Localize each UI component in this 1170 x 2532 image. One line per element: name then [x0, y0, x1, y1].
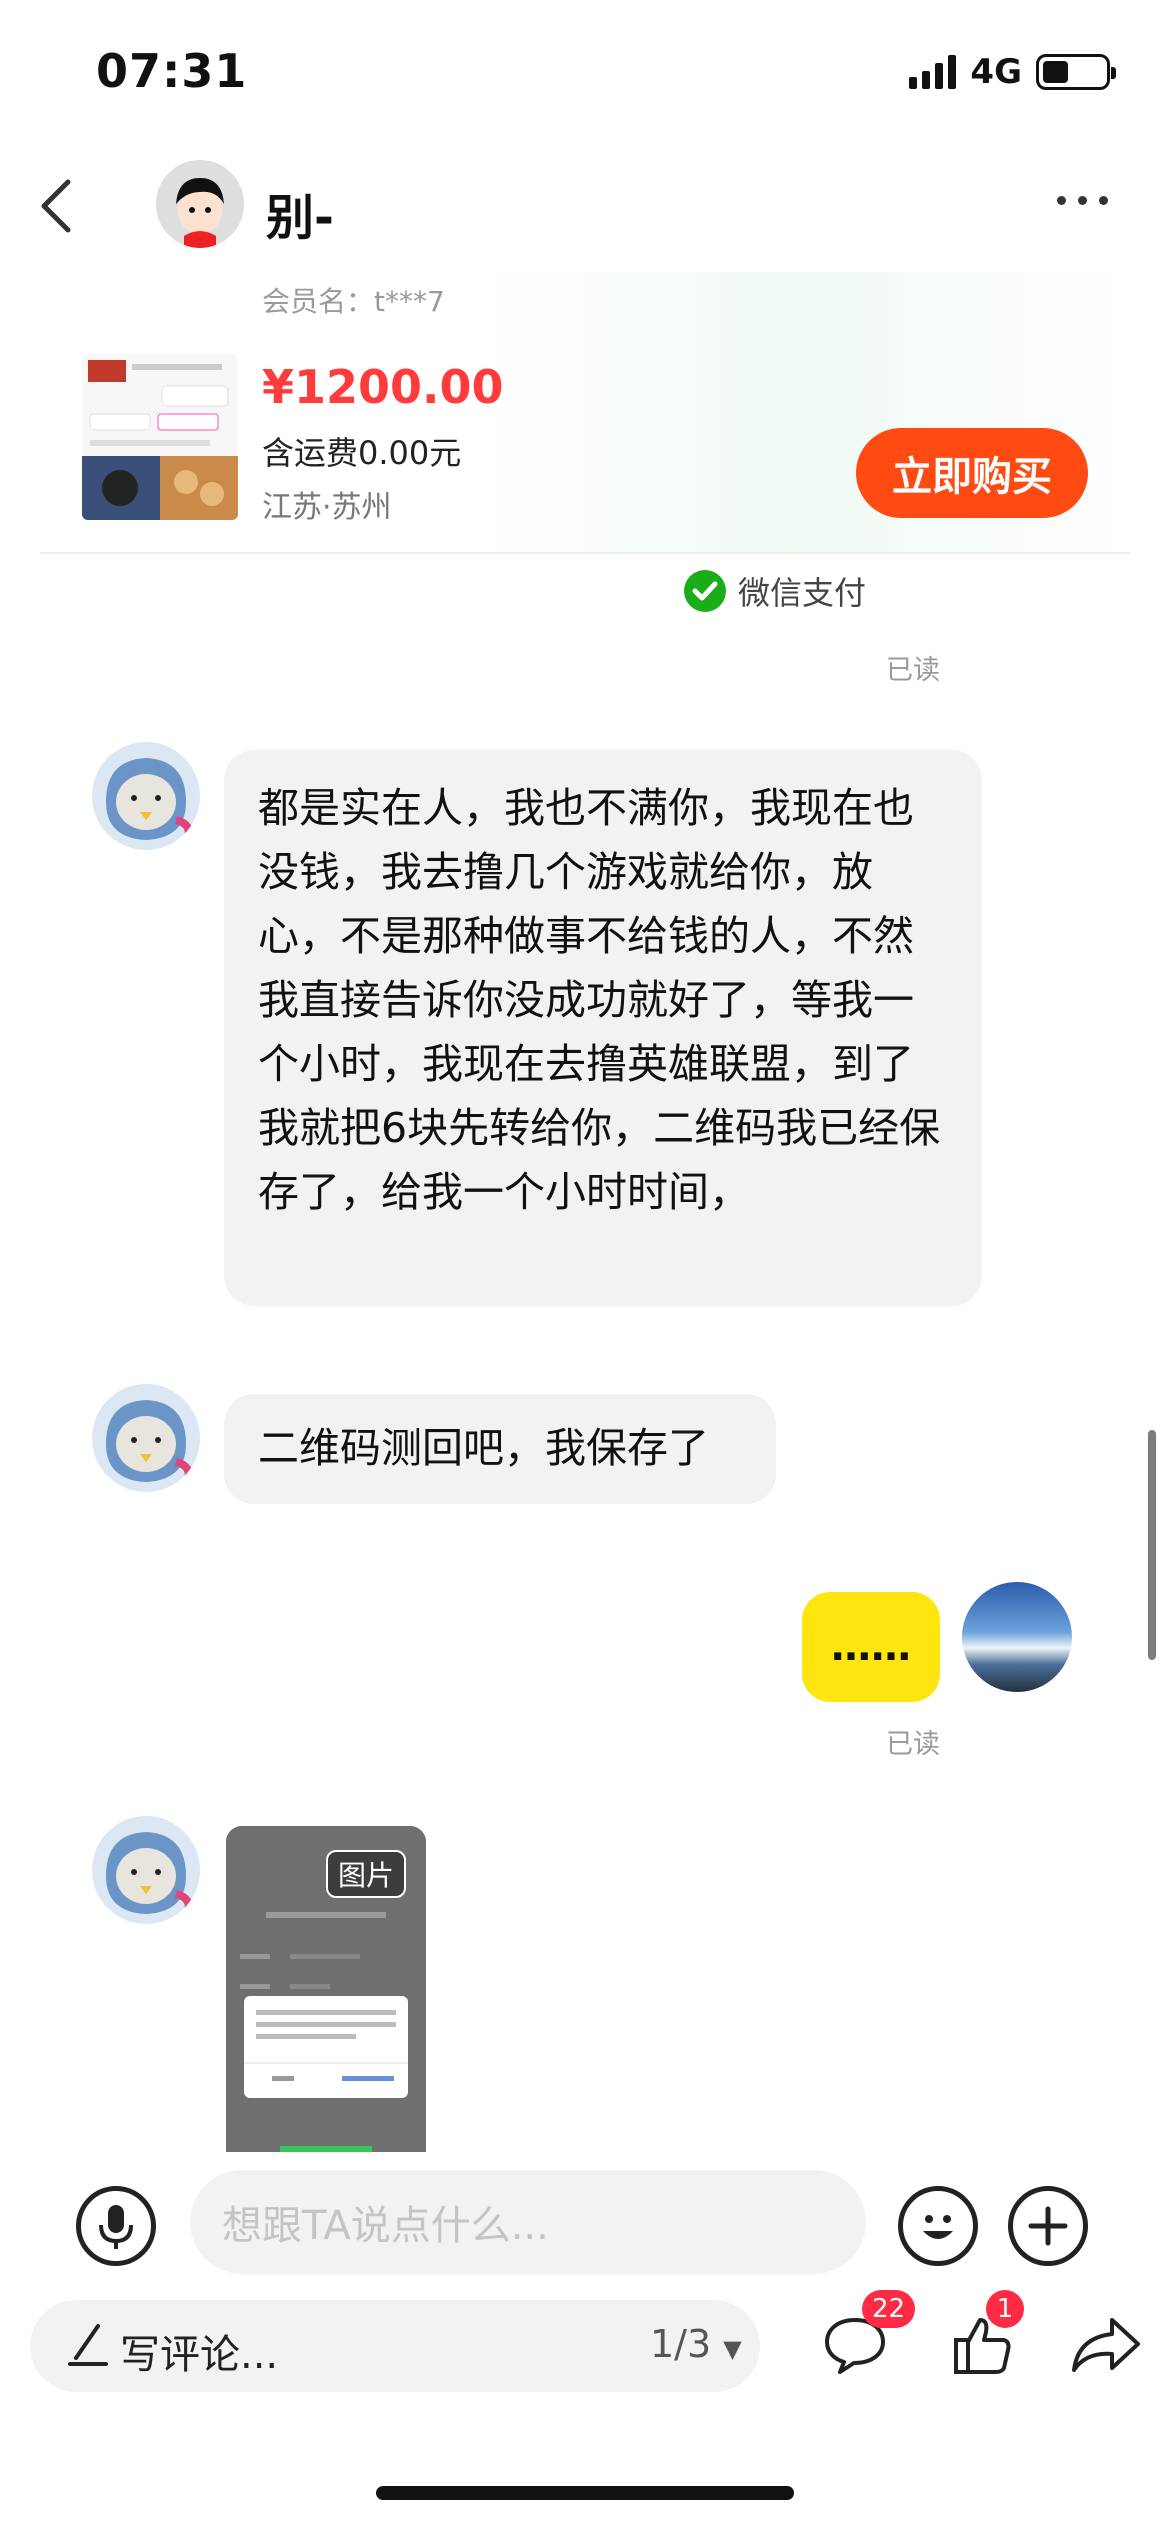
contact-avatar[interactable] — [156, 160, 244, 248]
wechat-pay-text: 微信支付 — [738, 574, 867, 612]
divider — [40, 552, 1130, 554]
wechat-pay-label: 微信支付 — [684, 568, 866, 614]
image-tag: 图片 — [325, 1850, 406, 1898]
product-thumbnail[interactable] — [82, 354, 238, 520]
product-location: 江苏·苏州 — [262, 490, 392, 525]
microphone-icon[interactable] — [76, 2186, 156, 2266]
back-icon[interactable] — [34, 176, 78, 236]
page-indicator-text: 1/3 — [650, 2322, 712, 2366]
page-indicator[interactable]: 1/3 ▼ — [650, 2322, 742, 2366]
read-receipt: 已读 — [886, 655, 940, 686]
read-receipt: 已读 — [886, 1729, 940, 1760]
more-icon[interactable] — [1057, 196, 1108, 205]
like-count-badge: 1 — [986, 2290, 1024, 2328]
seller-avatar[interactable] — [92, 1384, 200, 1492]
seller-avatar[interactable] — [92, 742, 200, 850]
home-indicator[interactable] — [376, 2486, 794, 2500]
emoji-icon[interactable] — [898, 2186, 978, 2266]
pen-icon — [66, 2318, 110, 2372]
message-bubble[interactable]: 都是实在人，我也不满你，我现在也没钱，我去撸几个游戏就给你，放心，不是那种做事不… — [224, 750, 982, 1306]
comment-count-badge: 22 — [862, 2290, 916, 2328]
status-icons: 4G — [909, 52, 1116, 92]
member-name: 会员名：t***7 — [262, 285, 445, 318]
add-icon[interactable] — [1008, 2186, 1088, 2266]
product-price: ¥1200.00 — [262, 360, 504, 414]
my-message-bubble[interactable]: …… — [802, 1592, 940, 1702]
comment-placeholder: 写评论... — [120, 2332, 279, 2378]
wechat-pay-icon — [684, 570, 726, 612]
shipping-fee: 含运费0.00元 — [262, 434, 462, 472]
battery-icon — [1036, 54, 1116, 90]
image-message[interactable]: 图片 — [226, 1826, 426, 2152]
network-type: 4G — [970, 52, 1022, 92]
signal-icon — [909, 55, 957, 89]
share-icon[interactable] — [1070, 2314, 1142, 2380]
message-input-placeholder: 想跟TA说点什么... — [222, 2203, 549, 2249]
scrollbar[interactable] — [1148, 1430, 1156, 1660]
seller-avatar[interactable] — [92, 1816, 200, 1924]
message-input[interactable]: 想跟TA说点什么... — [190, 2170, 866, 2274]
status-time: 07:31 — [96, 44, 248, 98]
message-text: 都是实在人，我也不满你，我现在也没钱，我去撸几个游戏就给你，放心，不是那种做事不… — [258, 784, 941, 1216]
my-avatar[interactable] — [962, 1582, 1072, 1692]
message-bubble[interactable]: 二维码测回吧，我保存了 — [224, 1394, 776, 1504]
buy-now-button[interactable]: 立即购买 — [856, 428, 1088, 518]
message-text: …… — [831, 1624, 911, 1670]
message-text: 二维码测回吧，我保存了 — [258, 1424, 709, 1472]
chevron-down-icon: ▼ — [723, 2335, 742, 2363]
contact-name: 别- — [266, 190, 334, 246]
